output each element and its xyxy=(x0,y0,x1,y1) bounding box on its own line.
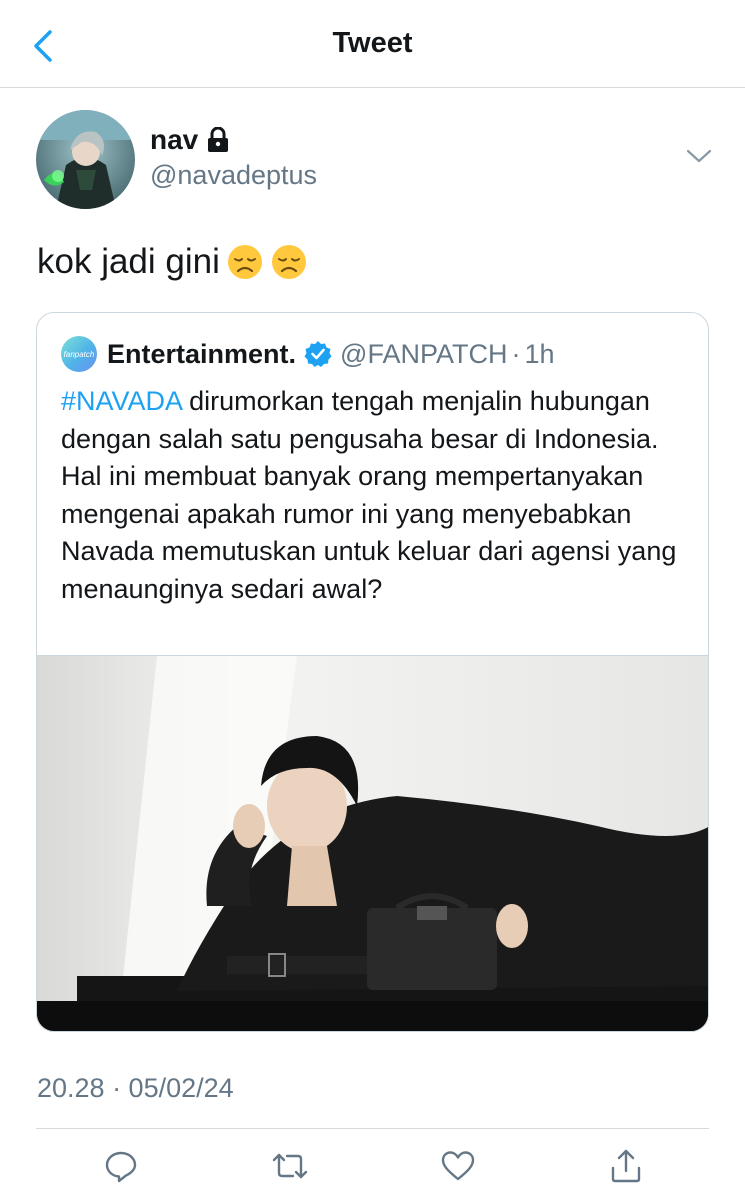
reply-icon xyxy=(104,1149,138,1188)
lock-icon xyxy=(206,127,230,153)
divider xyxy=(36,1128,709,1129)
retweet-icon xyxy=(271,1149,309,1188)
author-name[interactable]: nav xyxy=(150,124,230,156)
tweet-text-content: kok jadi gini xyxy=(37,242,220,281)
more-options-button[interactable] xyxy=(684,146,714,170)
like-icon xyxy=(440,1149,476,1188)
avatar[interactable] xyxy=(36,110,135,209)
disappointed-face-icon xyxy=(226,243,264,281)
quoted-tweet-body: dirumorkan tengah menjalin hubungan deng… xyxy=(61,386,677,604)
share-button[interactable] xyxy=(606,1148,646,1188)
disappointed-face-icon xyxy=(270,243,308,281)
quoted-avatar[interactable]: fanpatch xyxy=(61,336,97,372)
like-button[interactable] xyxy=(438,1148,478,1188)
hashtag-link[interactable]: #NAVADA xyxy=(61,386,182,416)
author-name-text: nav xyxy=(150,124,199,155)
quoted-avatar-text: fanpatch xyxy=(63,349,95,359)
retweet-button[interactable] xyxy=(270,1148,310,1188)
tweet-text: kok jadi gini xyxy=(37,242,308,282)
quoted-tweet-card[interactable]: fanpatch Entertainment. @FANPATCH · 1h #… xyxy=(36,312,709,1032)
quoted-timestamp: 1h xyxy=(524,338,555,369)
quoted-tweet-text: #NAVADA dirumorkan tengah menjalin hubun… xyxy=(61,383,691,608)
quoted-author-handle[interactable]: @FANPATCH xyxy=(340,339,507,370)
quoted-tweet-header: fanpatch Entertainment. @FANPATCH · 1h xyxy=(61,336,555,372)
share-icon xyxy=(609,1148,643,1189)
chevron-left-icon xyxy=(32,29,54,68)
tweet-timestamp: 20.28 · 05/02/24 xyxy=(37,1073,234,1103)
author-handle[interactable]: @navadeptus xyxy=(150,160,317,191)
quoted-author-name[interactable]: Entertainment. xyxy=(107,339,296,370)
back-button[interactable] xyxy=(26,26,60,70)
quoted-tweet-photo[interactable] xyxy=(37,655,708,1031)
tweet-author: nav @navadeptus xyxy=(36,110,716,210)
page-title: Tweet xyxy=(332,27,413,59)
verified-badge-icon xyxy=(304,340,332,368)
chevron-down-icon xyxy=(684,149,714,170)
reply-button[interactable] xyxy=(101,1148,141,1188)
separator-dot: · xyxy=(511,338,521,369)
tweet-actions xyxy=(0,1140,745,1196)
nav-bar: Tweet xyxy=(0,0,745,88)
